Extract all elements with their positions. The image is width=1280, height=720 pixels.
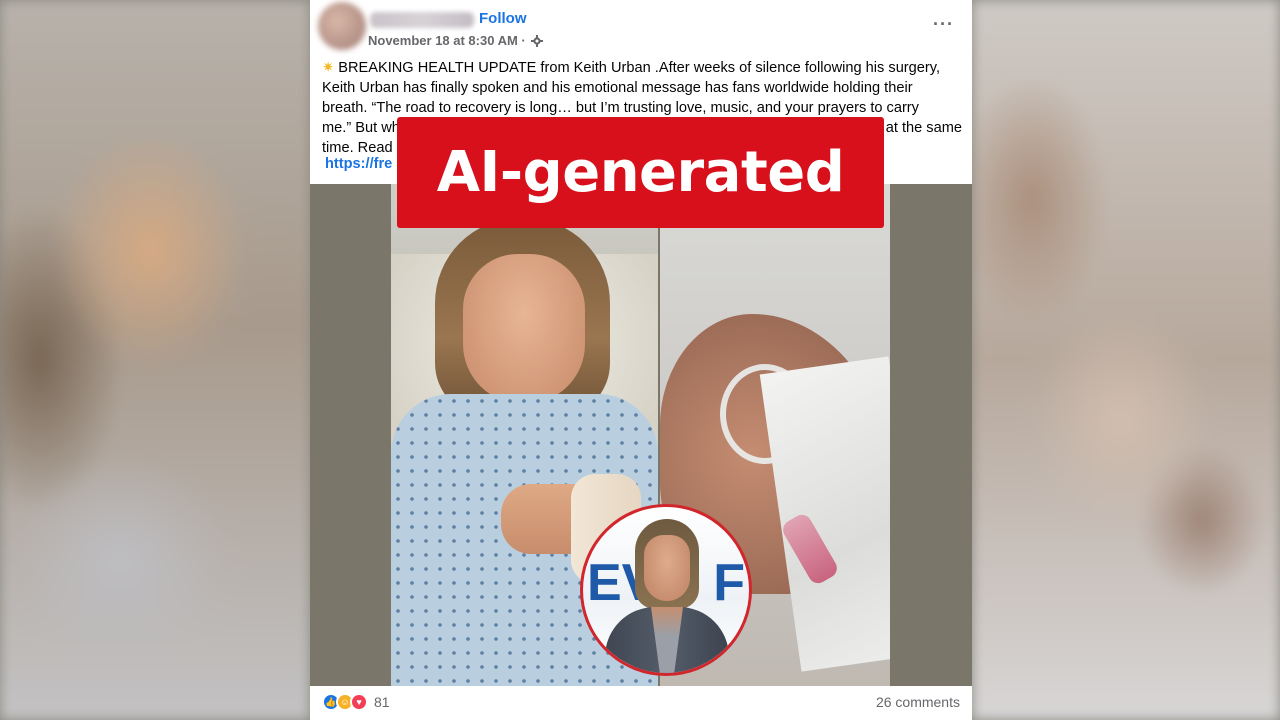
background-blur-right <box>972 0 1280 720</box>
more-options-icon[interactable]: ··· <box>933 14 954 35</box>
facebook-post: Follow November 18 at 8:30 AM · ··· ✷ BRE… <box>310 0 972 720</box>
reaction-count: 81 <box>374 694 390 710</box>
inset-face <box>644 535 690 601</box>
gear-icon[interactable] <box>531 35 543 47</box>
follow-button[interactable]: Follow <box>479 10 527 27</box>
post-text-line-1: BREAKING HEALTH UPDATE from Keith Urban … <box>338 60 941 76</box>
ai-generated-label: AI-generated <box>397 117 884 228</box>
author-name-blurred[interactable] <box>370 12 474 28</box>
post-text-line-3: breath. “The road to recovery is long… b… <box>322 100 919 116</box>
background-blur-left <box>0 0 310 720</box>
post-text-line-4-end: at the same <box>885 120 962 136</box>
inset-portrait: EV F <box>580 504 752 676</box>
post-text-line-4: me.” But wh <box>322 120 400 136</box>
post-text-line-2: Keith Urban has finally spoken and his e… <box>322 80 913 96</box>
sun-emoji-icon: ✷ <box>322 60 335 76</box>
reaction-summary[interactable]: 👍 ☺ ♥ 81 <box>322 693 390 711</box>
love-icon: ♥ <box>350 693 368 711</box>
face <box>463 254 585 404</box>
author-avatar-blurred[interactable] <box>318 2 366 50</box>
medical-tape <box>759 356 890 672</box>
post-image[interactable]: EV F <box>310 184 972 686</box>
post-link[interactable]: https://fre <box>325 156 392 172</box>
backdrop-letters-right: F <box>713 554 745 612</box>
comments-count-link[interactable]: 26 comments <box>876 694 960 710</box>
post-timestamp[interactable]: November 18 at 8:30 AM · <box>368 33 526 48</box>
